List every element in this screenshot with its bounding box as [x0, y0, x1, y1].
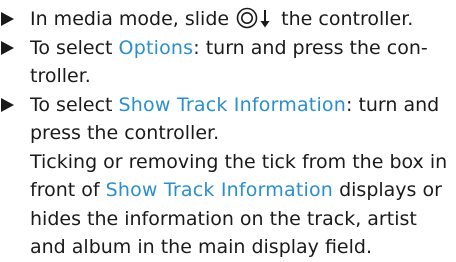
controller-slide-down-icon: [236, 7, 270, 29]
step-2-text-before: To select: [30, 36, 119, 59]
menu-term-options: Options: [118, 36, 194, 59]
note-term-show-track-information: Show Track Information: [105, 179, 334, 201]
menu-term-show-track-information: Show Track Information: [118, 93, 346, 116]
step-2: To select Options: turn and press the co…: [0, 34, 456, 91]
step-1: In media mode, slide the controller.: [0, 5, 456, 34]
step-1-text-before: In media mode, slide: [30, 8, 230, 30]
step-3-text-before: To select: [30, 93, 119, 116]
triangle-bullet-icon: [1, 12, 14, 26]
triangle-bullet-icon: [1, 97, 14, 112]
step-1-text-after: the controller.: [281, 8, 414, 30]
triangle-bullet-icon: [1, 40, 14, 55]
instruction-page: In media mode, slide the controller. To …: [0, 0, 456, 258]
step-3: To select Show Track Information: turn a…: [0, 91, 456, 262]
